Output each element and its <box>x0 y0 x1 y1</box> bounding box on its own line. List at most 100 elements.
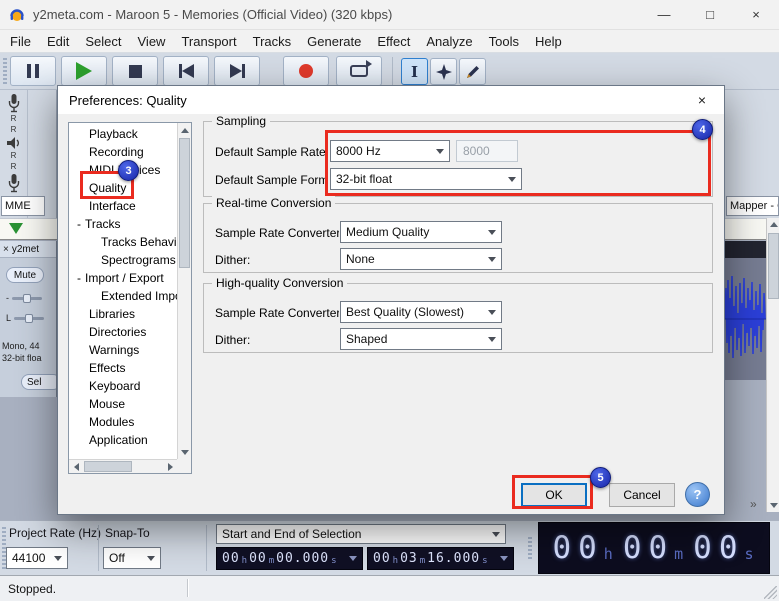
skip-to-end-button[interactable] <box>214 56 260 86</box>
scrollbar-thumb[interactable] <box>179 138 190 268</box>
tree-item-mouse[interactable]: Mouse <box>69 395 177 413</box>
scroll-right-icon[interactable] <box>163 460 177 474</box>
menu-tracks[interactable]: Tracks <box>245 34 300 49</box>
menu-help[interactable]: Help <box>527 34 570 49</box>
toolbar-separator <box>98 525 99 571</box>
track-format-info: 32-bit floa <box>2 353 42 363</box>
tree-item-tracks[interactable]: -Tracks <box>69 215 177 233</box>
resize-grip[interactable] <box>764 586 777 599</box>
tree-item-libraries[interactable]: Libraries <box>69 305 177 323</box>
skip-to-start-button[interactable] <box>163 56 209 86</box>
tree-item-import-export[interactable]: -Import / Export <box>69 269 177 287</box>
help-button[interactable]: ? <box>685 482 710 507</box>
rt-dither-select[interactable]: None <box>340 248 502 270</box>
audio-host-select[interactable]: MME <box>1 196 45 216</box>
hq-dither-select[interactable]: Shaped <box>340 328 502 350</box>
play-button[interactable] <box>61 56 107 86</box>
toolbar-grip[interactable] <box>3 58 7 84</box>
menu-analyze[interactable]: Analyze <box>418 34 480 49</box>
menu-generate[interactable]: Generate <box>299 34 369 49</box>
tree-item-extended-import[interactable]: Extended Import <box>69 287 177 305</box>
timeline-ruler[interactable] <box>725 218 766 240</box>
dropdown-arrow-icon <box>488 230 496 235</box>
menu-file[interactable]: File <box>2 34 39 49</box>
scrollbar-thumb[interactable] <box>768 233 779 299</box>
close-button[interactable]: × <box>733 0 779 29</box>
dialog-close-button[interactable]: × <box>680 86 724 114</box>
scroll-up-icon[interactable] <box>178 123 192 137</box>
pan-slider[interactable]: L <box>6 313 44 323</box>
rt-sample-rate-converter-select[interactable]: Medium Quality <box>340 221 502 243</box>
track-close-icon[interactable]: × <box>3 244 9 255</box>
minimize-button[interactable]: — <box>641 0 687 29</box>
scroll-down-icon[interactable] <box>178 445 192 459</box>
pan-slider-thumb[interactable] <box>25 314 33 323</box>
scrollbar-thumb[interactable] <box>84 461 132 472</box>
scroll-left-icon[interactable] <box>69 460 83 474</box>
playback-device-select[interactable]: Mapper - O <box>726 196 779 216</box>
menu-view[interactable]: View <box>130 34 174 49</box>
track-name[interactable]: y2met <box>12 244 39 255</box>
dropdown-arrow-icon <box>147 556 155 561</box>
selection-mode-select[interactable]: Start and End of Selection <box>216 524 506 544</box>
menu-tools[interactable]: Tools <box>481 34 527 49</box>
collapse-icon[interactable]: - <box>77 217 81 231</box>
tree-item-modules[interactable]: Modules <box>69 413 177 431</box>
draw-tool-button[interactable] <box>459 58 486 85</box>
hq-sample-rate-converter-select[interactable]: Best Quality (Slowest) <box>340 301 502 323</box>
app-icon <box>9 7 25 23</box>
waveform[interactable] <box>725 258 766 380</box>
selection-tool-button[interactable]: I <box>401 58 428 85</box>
tree-item-effects[interactable]: Effects <box>69 359 177 377</box>
maximize-button[interactable]: □ <box>687 0 733 29</box>
menu-select[interactable]: Select <box>77 34 129 49</box>
mute-button[interactable]: Mute <box>6 267 44 283</box>
project-rate-select[interactable]: 44100 <box>6 547 68 569</box>
selection-start-time[interactable]: 00h 00m 00.000s <box>216 547 363 570</box>
toolbar-overflow-chevron-icon[interactable]: » <box>750 497 757 511</box>
tree-item-keyboard[interactable]: Keyboard <box>69 377 177 395</box>
annotation-step-4: 4 <box>692 119 713 140</box>
tree-item-recording[interactable]: Recording <box>69 143 177 161</box>
track-title-row: × y2met <box>0 241 56 258</box>
gain-slider-thumb[interactable] <box>23 294 31 303</box>
stop-button[interactable] <box>112 56 158 86</box>
hq-dither-label: Dither: <box>215 333 339 347</box>
selection-end-time[interactable]: 00h 03m 16.000s <box>367 547 514 570</box>
menu-edit[interactable]: Edit <box>39 34 77 49</box>
dropdown-arrow-icon[interactable] <box>349 556 357 561</box>
scroll-down-icon[interactable] <box>767 499 779 512</box>
track-select-button[interactable]: Sel <box>21 374 57 390</box>
tree-item-spectrograms[interactable]: Spectrograms <box>69 251 177 269</box>
tree-item-application[interactable]: Application <box>69 431 177 449</box>
tree-vertical-scrollbar[interactable] <box>177 123 191 459</box>
project-rate-label: Project Rate (Hz) <box>9 526 101 540</box>
collapse-icon[interactable]: - <box>77 271 81 285</box>
menu-effect[interactable]: Effect <box>369 34 418 49</box>
tree-item-interface[interactable]: Interface <box>69 197 177 215</box>
multi-tool-icon <box>436 64 452 80</box>
tree-item-directories[interactable]: Directories <box>69 323 177 341</box>
snap-to-select[interactable]: Off <box>103 547 161 569</box>
vertical-scrollbar[interactable] <box>766 218 779 512</box>
tree-item-warnings[interactable]: Warnings <box>69 341 177 359</box>
toolbar-grip[interactable] <box>528 537 532 561</box>
menu-transport[interactable]: Transport <box>173 34 244 49</box>
gain-slider[interactable]: - <box>6 293 42 303</box>
audio-position-display[interactable]: 00h 00m 00s <box>538 522 770 574</box>
dropdown-arrow-icon <box>488 257 496 262</box>
tree-item-playback[interactable]: Playback <box>69 125 177 143</box>
dropdown-arrow-icon[interactable] <box>500 556 508 561</box>
tree-horizontal-scrollbar[interactable] <box>69 459 177 473</box>
playhead-icon[interactable] <box>9 223 23 234</box>
record-button[interactable] <box>283 56 329 86</box>
cancel-button[interactable]: Cancel <box>609 483 675 507</box>
gain-slider-track[interactable] <box>12 297 42 300</box>
pause-button[interactable] <box>10 56 56 86</box>
pan-slider-track[interactable] <box>14 317 44 320</box>
tree-item-tracks-behaviors[interactable]: Tracks Behaviors <box>69 233 177 251</box>
multi-tool-button[interactable] <box>430 58 457 85</box>
scroll-up-icon[interactable] <box>767 218 779 231</box>
highquality-group-label: High-quality Conversion <box>212 276 347 290</box>
loop-button[interactable] <box>336 56 382 86</box>
